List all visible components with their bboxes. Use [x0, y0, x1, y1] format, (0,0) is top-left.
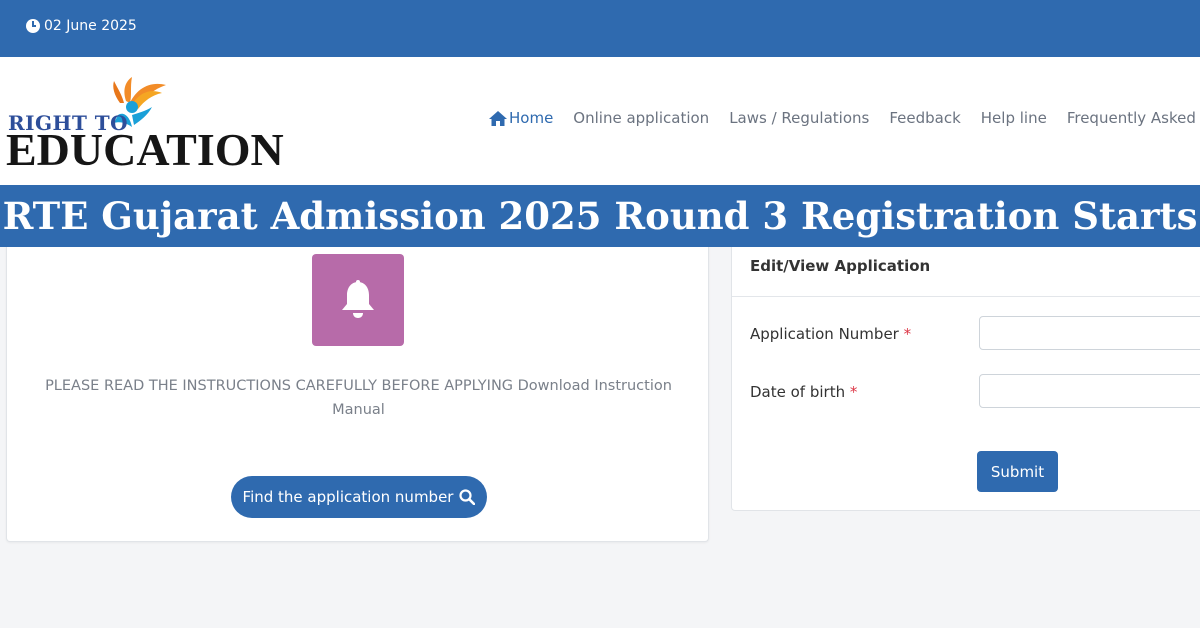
nav-item-home[interactable]: Home — [489, 109, 553, 127]
nav-item-helpline[interactable]: Help line — [981, 109, 1047, 127]
nav-item-faq[interactable]: Frequently Asked Qu — [1067, 109, 1200, 127]
dob-input[interactable] — [979, 374, 1200, 408]
application-number-input[interactable] — [979, 316, 1200, 350]
instructions-text: PLEASE READ THE INSTRUCTIONS CAREFULLY B… — [45, 378, 672, 418]
instructions-card: PLEASE READ THE INSTRUCTIONS CAREFULLY B… — [6, 246, 709, 542]
submit-button[interactable]: Submit — [977, 451, 1058, 492]
find-button-label: Find the application number — [242, 488, 454, 506]
card-header: Edit/View Application — [732, 246, 1200, 297]
notification-tile — [312, 254, 404, 346]
application-number-label-text: Application Number — [750, 325, 899, 343]
top-bar: 02 June 2025 — [0, 0, 1200, 57]
main-nav: Home Online application Laws / Regulatio… — [489, 109, 1200, 127]
nav-item-feedback[interactable]: Feedback — [889, 109, 960, 127]
card-title: Edit/View Application — [750, 257, 931, 275]
dob-label-text: Date of birth — [750, 383, 846, 401]
clock-icon — [26, 19, 40, 33]
nav-item-online-application[interactable]: Online application — [573, 109, 709, 127]
date-display: 02 June 2025 — [26, 18, 137, 34]
logo-line2: EDUCATION — [6, 124, 284, 175]
find-application-number-button[interactable]: Find the application number — [231, 476, 487, 518]
edit-view-application-card: Edit/View Application Application Number… — [731, 246, 1200, 511]
site-logo[interactable]: RIGHT TO EDUCATION — [6, 77, 298, 175]
dob-label: Date of birth * — [750, 383, 857, 401]
home-icon — [489, 110, 507, 126]
application-number-label: Application Number * — [750, 325, 911, 343]
nav-home-label: Home — [509, 109, 554, 127]
header: RIGHT TO EDUCATION Home Online applicati… — [0, 57, 1200, 185]
bell-icon — [342, 280, 374, 318]
headline-banner: RTE Gujarat Admission 2025 Round 3 Regis… — [0, 185, 1200, 247]
date-text: 02 June 2025 — [44, 18, 137, 34]
nav-item-laws[interactable]: Laws / Regulations — [729, 109, 869, 127]
required-mark: * — [903, 325, 912, 343]
headline-title: RTE Gujarat Admission 2025 Round 3 Regis… — [2, 194, 1198, 238]
required-mark: * — [849, 383, 858, 401]
search-icon — [459, 489, 476, 505]
